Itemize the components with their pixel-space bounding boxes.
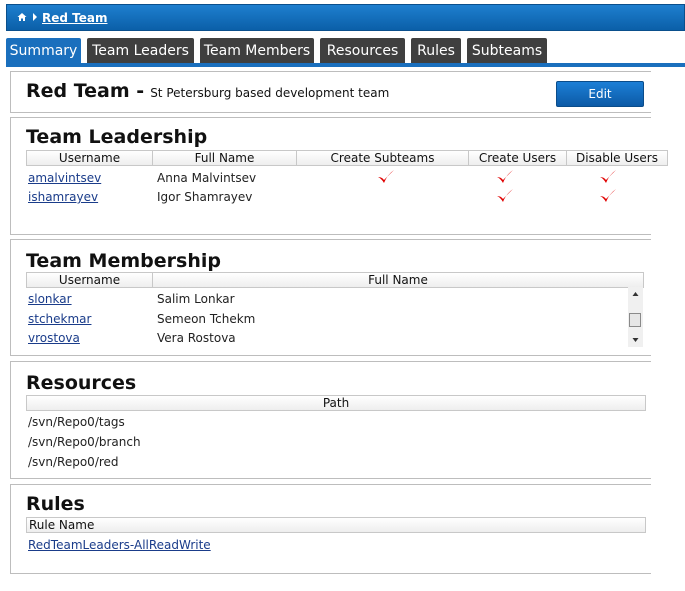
scroll-up-arrow-icon[interactable] [628, 287, 643, 301]
team-description: St Petersburg based development team [150, 86, 390, 100]
username-link[interactable]: amalvintsev [28, 171, 101, 185]
rule-link[interactable]: RedTeamLeaders-AllReadWrite [28, 538, 211, 552]
tab-summary[interactable]: Summary [6, 38, 81, 63]
column-header-full-name[interactable]: Full Name [153, 151, 297, 165]
column-header-full-name[interactable]: Full Name [153, 273, 643, 287]
rules-title: Rules [26, 493, 85, 515]
resource-path: /svn/Repo0/branch [28, 435, 141, 449]
tab-resources[interactable]: Resources [320, 38, 405, 63]
team-header-panel: Red Team - St Petersburg based developmen… [10, 71, 651, 113]
checkmark-icon [600, 170, 616, 183]
rules-panel: Rules Rule Name RedTeamLeaders-AllReadWr… [10, 484, 651, 574]
username-link[interactable]: ishamrayev [28, 190, 98, 204]
team-title: Red Team - St Petersburg based developmen… [26, 80, 389, 102]
breadcrumb-current-link[interactable]: Red Team [42, 11, 107, 25]
edit-button[interactable]: Edit [556, 81, 644, 107]
tab-subteams[interactable]: Subteams [467, 38, 547, 63]
full-name-cell: Igor Shamrayev [157, 190, 253, 204]
full-name-cell: Semeon Tchekm [157, 312, 256, 326]
resources-table-header: Path [26, 395, 646, 411]
tab-team-members[interactable]: Team Members [200, 38, 314, 63]
column-header-username[interactable]: Username [27, 273, 153, 287]
full-name-cell: Anna Malvintsev [157, 171, 257, 185]
full-name-cell: Salim Lonkar [157, 292, 235, 306]
column-header-rule-name[interactable]: Rule Name [27, 518, 645, 532]
scroll-thumb[interactable] [629, 313, 641, 327]
tab-underline [6, 63, 685, 67]
home-icon[interactable] [17, 12, 27, 22]
membership-table-header: Username Full Name [26, 272, 644, 288]
team-membership-title: Team Membership [26, 250, 221, 272]
leadership-table-header: Username Full Name Create Subteams Creat… [26, 150, 668, 166]
checkmark-icon [378, 170, 394, 183]
column-header-create-subteams[interactable]: Create Subteams [297, 151, 469, 165]
column-header-path[interactable]: Path [27, 396, 645, 410]
username-link[interactable]: stchekmar [28, 312, 91, 326]
team-name: Red Team - [26, 80, 145, 102]
tab-rules[interactable]: Rules [411, 38, 461, 63]
checkmark-icon [497, 170, 513, 183]
resources-title: Resources [26, 372, 137, 394]
team-leadership-title: Team Leadership [26, 126, 208, 148]
resource-path: /svn/Repo0/red [28, 455, 119, 469]
tab-team-leaders[interactable]: Team Leaders [87, 38, 194, 63]
full-name-cell: Vera Rostova [157, 331, 236, 345]
checkmark-icon [600, 189, 616, 202]
scroll-down-arrow-icon[interactable] [628, 333, 643, 347]
column-header-disable-users[interactable]: Disable Users [567, 151, 667, 165]
team-membership-panel: Team Membership Username Full Name slonk… [10, 239, 651, 356]
team-leadership-panel: Team Leadership Username Full Name Creat… [10, 117, 668, 235]
breadcrumb: Red Team [6, 4, 685, 31]
resources-panel: Resources Path /svn/Repo0/tags /svn/Repo… [10, 361, 651, 479]
checkmark-icon [497, 189, 513, 202]
membership-scrollbar[interactable] [628, 287, 643, 347]
username-link[interactable]: slonkar [28, 292, 72, 306]
chevron-right-icon [33, 13, 37, 21]
resource-path: /svn/Repo0/tags [28, 415, 125, 429]
username-link[interactable]: vrostova [28, 331, 80, 345]
column-header-username[interactable]: Username [27, 151, 153, 165]
rules-table-header: Rule Name [26, 517, 646, 533]
column-header-create-users[interactable]: Create Users [469, 151, 567, 165]
